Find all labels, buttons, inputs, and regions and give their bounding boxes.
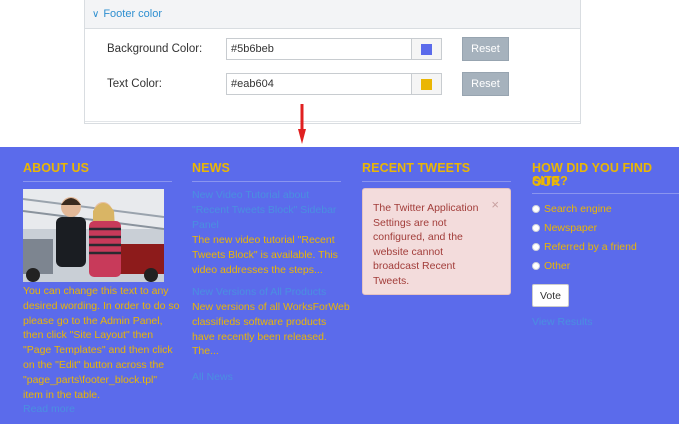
divider <box>532 193 679 194</box>
text-color-label: Text Color: <box>107 78 162 90</box>
about-us-text-line: "Page Templates" and then click <box>23 344 173 357</box>
news-summary-line: The... <box>192 345 219 358</box>
poll-option-label[interactable]: Search engine <box>544 203 612 215</box>
alert-line: Settings are not <box>373 216 447 229</box>
poll-radio-newspaper[interactable] <box>532 224 540 232</box>
poll-option-label[interactable]: Newspaper <box>544 222 597 234</box>
about-us-text-line: "page_parts\footer_block.tpl" <box>23 373 158 386</box>
poll-radio-other[interactable] <box>532 262 540 270</box>
text-color-input[interactable]: #eab604 <box>226 73 412 95</box>
view-results-link[interactable]: View Results <box>532 315 593 330</box>
text-color-picker[interactable] <box>412 73 442 95</box>
news-summary-line: video addresses the steps... <box>192 263 323 276</box>
about-us-text-line: please go to the Admin Panel, <box>23 314 163 327</box>
news-headline-link[interactable]: New Versions of All Products <box>192 285 326 300</box>
text-color-reset-button[interactable]: Reset <box>462 72 509 96</box>
news-summary-line: The new video tutorial "Recent <box>192 234 335 246</box>
alert-line: broadcast Recent <box>373 260 456 272</box>
about-us-text-line: on the "Edit" button across the <box>23 359 165 371</box>
poll-option-label[interactable]: Other <box>544 260 570 272</box>
alert-line: website cannot <box>373 245 444 258</box>
poll-radio-referred[interactable] <box>532 243 540 251</box>
news-headline-link[interactable]: Panel <box>192 218 219 233</box>
about-us-text-line: desired wording. In order to do so <box>23 299 180 312</box>
vote-button[interactable]: Vote <box>532 284 569 307</box>
divider <box>85 121 580 122</box>
poll-option-label[interactable]: Referred by a friend <box>544 241 637 253</box>
background-color-reset-button[interactable]: Reset <box>462 37 509 61</box>
about-us-read-more-link[interactable]: Read more <box>23 402 75 417</box>
about-us-text-line: then click "Site Layout" then <box>23 329 154 342</box>
about-us-text-line: You can change this text to any <box>23 285 169 297</box>
background-color-label: Background Color: <box>107 43 203 55</box>
recent-tweets-title: RECENT TWEETS <box>362 161 471 175</box>
news-summary-line: New versions of all WorksForWeb <box>192 301 350 313</box>
chevron-down-icon: ∨ <box>92 8 100 20</box>
footer-color-panel: ∨ Footer color Background Color: #5b6beb… <box>84 0 581 124</box>
about-us-title: ABOUT US <box>23 161 90 175</box>
poll-radio-search-engine[interactable] <box>532 205 540 213</box>
tweets-error-alert: × The Twitter Application Settings are n… <box>362 188 511 295</box>
about-us-text-line: item in the table. <box>23 388 101 401</box>
footer-color-section-header[interactable]: ∨ Footer color <box>85 0 580 29</box>
color-swatch-icon <box>421 78 432 90</box>
background-color-input[interactable]: #5b6beb <box>226 38 412 60</box>
news-headline-link[interactable]: "Recent Tweets Block" Sidebar <box>192 203 336 218</box>
alert-line: Tweets. <box>373 274 410 287</box>
news-title: NEWS <box>192 161 230 175</box>
news-summary-line: classifieds software products <box>192 315 327 328</box>
alert-line: configured, and the <box>373 231 463 243</box>
news-summary-line: Tweets Block" is available. This <box>192 248 338 261</box>
section-title: Footer color <box>103 8 163 20</box>
news-summary-line: have recently been released. <box>192 330 327 343</box>
alert-line: The Twitter Application <box>373 202 479 214</box>
news-headline-link[interactable]: New Video Tutorial about <box>192 188 309 203</box>
background-color-picker[interactable] <box>412 38 442 60</box>
all-news-link[interactable]: All News <box>192 370 233 385</box>
color-swatch-icon <box>421 43 432 55</box>
poll-title-line: SITE? <box>532 174 568 188</box>
alert-message: The Twitter Application Settings are not… <box>373 201 493 288</box>
red-down-arrow-icon <box>298 104 306 144</box>
divider <box>23 181 172 182</box>
couple-photo <box>23 189 164 282</box>
divider <box>192 181 341 182</box>
divider <box>362 181 511 182</box>
